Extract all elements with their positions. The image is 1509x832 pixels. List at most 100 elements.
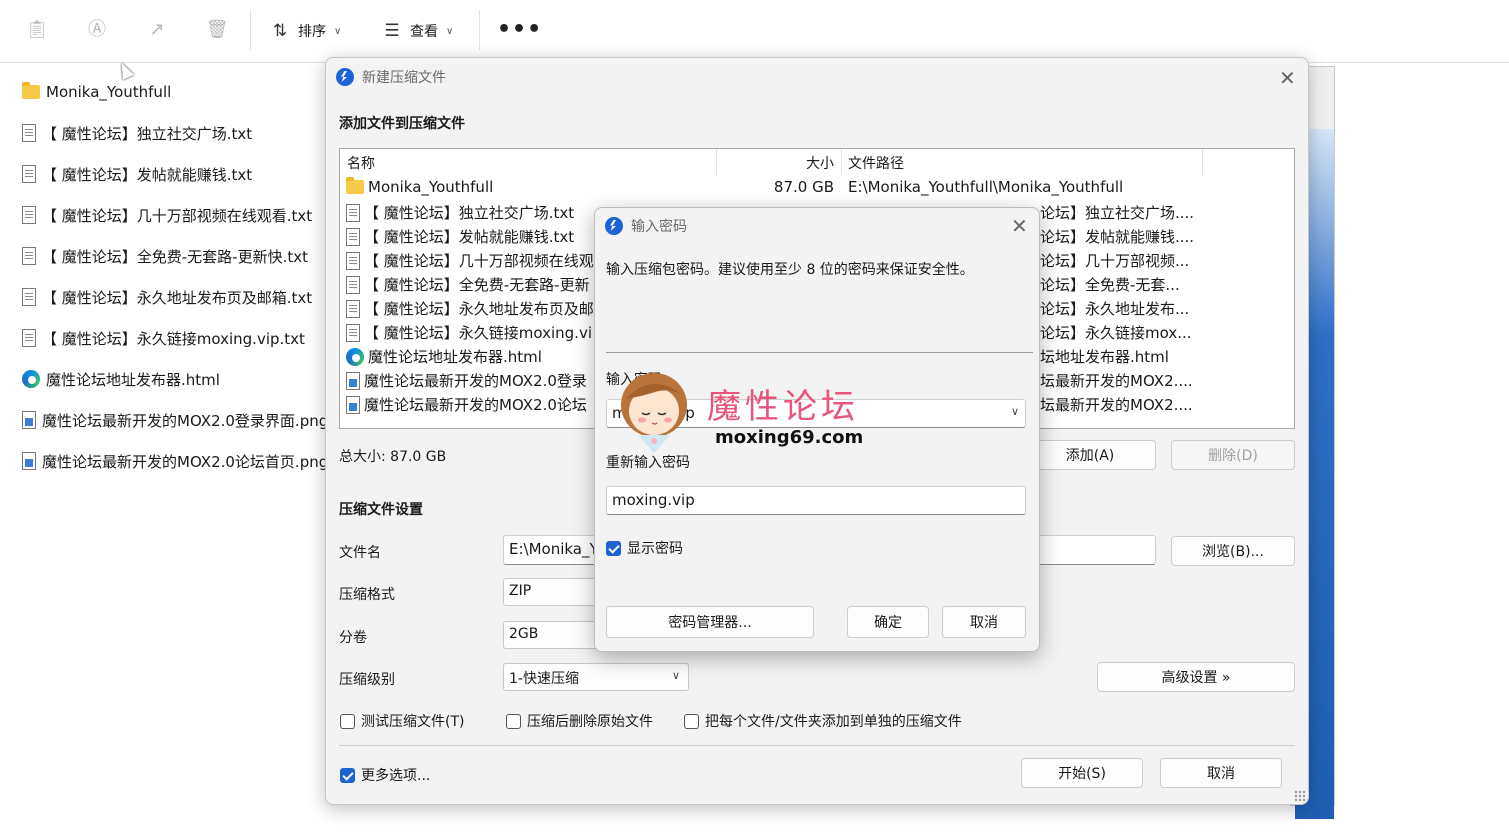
filename-label: 文件名	[339, 545, 381, 561]
row-name: Monika_Youthfull	[346, 177, 494, 196]
advanced-settings-button[interactable]: 高级设置 »	[1097, 662, 1295, 692]
file-name: 魔性论坛最新开发的MOX2.0登录界面.png	[42, 411, 329, 430]
file-item[interactable]: 【 魔性论坛】永久链接moxing.vip.txt	[22, 326, 305, 350]
row-name-text: 【 魔性论坛】几十万部视频在线观	[364, 252, 594, 270]
dialog-title: 新建压缩文件	[362, 70, 446, 86]
row-name-text: 魔性论坛最新开发的MOX2.0登录	[364, 372, 587, 390]
file-name: 魔性论坛最新开发的MOX2.0论坛首页.png	[42, 452, 329, 471]
row-name-text: 魔性论坛地址发布器.html	[368, 348, 542, 366]
checkbox-label: 测试压缩文件(T)	[361, 714, 465, 730]
row-name: 【 魔性论坛】全免费-无套路-更新	[346, 274, 590, 295]
row-name: 【 魔性论坛】发帖就能赚钱.txt	[346, 226, 574, 247]
resize-grip-icon[interactable]	[1294, 790, 1306, 802]
split-value: 2GB	[509, 626, 539, 642]
row-size: 87.0 GB	[773, 178, 834, 196]
row-path: 坛最新开发的MOX2....	[1040, 396, 1193, 414]
row-name-text: 魔性论坛最新开发的MOX2.0论坛	[364, 396, 587, 414]
row-path: 论坛】几十万部视频...	[1040, 252, 1190, 270]
cancel-button[interactable]: 取消	[1160, 758, 1282, 788]
text-file-icon	[22, 165, 36, 183]
checkbox-box-checked	[340, 767, 355, 783]
browse-button[interactable]: 浏览(B)...	[1171, 536, 1295, 566]
rename-icon[interactable]: Ⓐ	[85, 18, 109, 42]
row-path: E:\Monika_Youthfull\Monika_Youthfull	[848, 178, 1124, 196]
sort-button[interactable]: ⇅ 排序 ∨	[270, 18, 341, 44]
password-manager-button[interactable]: 密码管理器...	[606, 606, 814, 638]
chevron-down-icon[interactable]: ∨	[1011, 405, 1019, 418]
separate-archives-checkbox[interactable]: 把每个文件/文件夹添加到单独的压缩文件	[684, 711, 962, 731]
text-file-icon	[22, 329, 36, 347]
divider	[606, 352, 1033, 353]
add-button[interactable]: 添加(A)	[1024, 440, 1156, 470]
app-icon	[605, 217, 623, 235]
file-item[interactable]: 【 魔性论坛】全免费-无套路-更新快.txt	[22, 244, 308, 268]
row-name: 魔性论坛地址发布器.html	[346, 346, 542, 367]
delete-icon[interactable]: 🗑︎	[205, 18, 229, 42]
row-name-text: 【 魔性论坛】永久链接moxing.vi	[364, 324, 592, 342]
paste-icon[interactable]: 📋︎	[25, 18, 49, 42]
view-button[interactable]: ☰ 查看 ∨	[382, 18, 453, 44]
row-name-text: Monika_Youthfull	[368, 178, 494, 196]
file-name: 【 魔性论坛】永久地址发布页及邮箱.txt	[42, 288, 313, 307]
password-dialog-titlebar: 输入密码	[605, 216, 687, 236]
text-file-icon	[22, 124, 36, 142]
column-size[interactable]: 大小	[806, 153, 834, 173]
delete-button[interactable]: 删除(D)	[1171, 440, 1295, 470]
more-options-button[interactable]: •••	[497, 17, 542, 42]
level-select[interactable]: 1-快速压缩 ∨	[503, 663, 689, 691]
text-file-icon	[346, 227, 360, 246]
file-item[interactable]: 魔性论坛地址发布器.html	[22, 367, 220, 391]
start-button[interactable]: 开始(S)	[1021, 758, 1143, 788]
text-file-icon	[22, 206, 36, 224]
show-password-checkbox[interactable]: 显示密码	[606, 538, 683, 558]
toolbar-divider	[250, 10, 251, 50]
close-icon[interactable]: ✕	[1279, 68, 1296, 88]
file-name: 【 魔性论坛】发帖就能赚钱.txt	[42, 165, 253, 184]
listview-row[interactable]: Monika_Youthfull 87.0 GB E:\Monika_Youthfu…	[340, 176, 1294, 200]
explorer-toolbar: 📋︎ Ⓐ ↗ 🗑︎ ⇅ 排序 ∨ ☰ 查看 ∨ •••	[0, 0, 1509, 63]
image-file-icon	[22, 452, 36, 470]
file-item[interactable]: 魔性论坛最新开发的MOX2.0论坛首页.png	[22, 449, 328, 473]
watermark: 魔性论坛 moxing69.com	[612, 365, 882, 465]
sort-label: 排序	[298, 24, 326, 40]
row-name: 【 魔性论坛】永久地址发布页及邮	[346, 298, 594, 319]
archive-settings-heading: 压缩文件设置	[339, 502, 423, 518]
column-name[interactable]: 名称	[347, 153, 375, 173]
file-item[interactable]: 【 魔性论坛】独立社交广场.txt	[22, 121, 252, 145]
row-name-text: 【 魔性论坛】独立社交广场.txt	[364, 204, 575, 222]
delete-after-checkbox[interactable]: 压缩后删除原始文件	[506, 711, 653, 731]
add-files-heading: 添加文件到压缩文件	[339, 116, 465, 132]
format-label: 压缩格式	[339, 587, 395, 603]
checkbox-label: 更多选项...	[361, 768, 431, 784]
row-name: 魔性论坛最新开发的MOX2.0论坛	[346, 394, 587, 415]
divider	[339, 745, 1295, 746]
checkbox-box	[506, 713, 521, 729]
file-name: 【 魔性论坛】几十万部视频在线观看.txt	[42, 206, 313, 225]
close-icon[interactable]: ✕	[1011, 216, 1028, 236]
ok-button[interactable]: 确定	[847, 606, 929, 638]
file-item[interactable]: 【 魔性论坛】永久地址发布页及邮箱.txt	[22, 285, 312, 309]
file-item[interactable]: 【 魔性论坛】几十万部视频在线观看.txt	[22, 203, 312, 227]
watermark-title: 魔性论坛	[707, 387, 859, 427]
row-name: 【 魔性论坛】独立社交广场.txt	[346, 202, 574, 223]
test-archive-checkbox[interactable]: 测试压缩文件(T)	[340, 711, 464, 731]
image-file-icon	[22, 411, 36, 429]
row-name-text: 【 魔性论坛】发帖就能赚钱.txt	[364, 228, 575, 246]
file-name: 【 魔性论坛】独立社交广场.txt	[42, 124, 253, 143]
checkbox-box	[684, 713, 699, 729]
file-item[interactable]: 【 魔性论坛】发帖就能赚钱.txt	[22, 162, 252, 186]
file-item[interactable]: Monika_Youthfull	[22, 80, 171, 104]
row-path: 论坛】发帖就能赚钱....	[1040, 228, 1195, 246]
more-options-checkbox[interactable]: 更多选项...	[340, 765, 430, 785]
column-path[interactable]: 文件路径	[848, 153, 904, 173]
reenter-password-field[interactable]: moxing.vip	[606, 486, 1026, 515]
file-item[interactable]: 魔性论坛最新开发的MOX2.0登录界面.png	[22, 408, 328, 432]
checkbox-label: 压缩后删除原始文件	[527, 714, 653, 730]
checkbox-box-checked	[606, 540, 621, 556]
chevron-down-icon: ∨	[334, 25, 342, 37]
share-icon[interactable]: ↗	[145, 18, 169, 42]
cancel-button[interactable]: 取消	[942, 606, 1026, 638]
edge-html-icon	[346, 347, 364, 366]
chevron-down-icon: ∨	[446, 25, 454, 37]
dialog-titlebar: 新建压缩文件	[336, 67, 446, 87]
